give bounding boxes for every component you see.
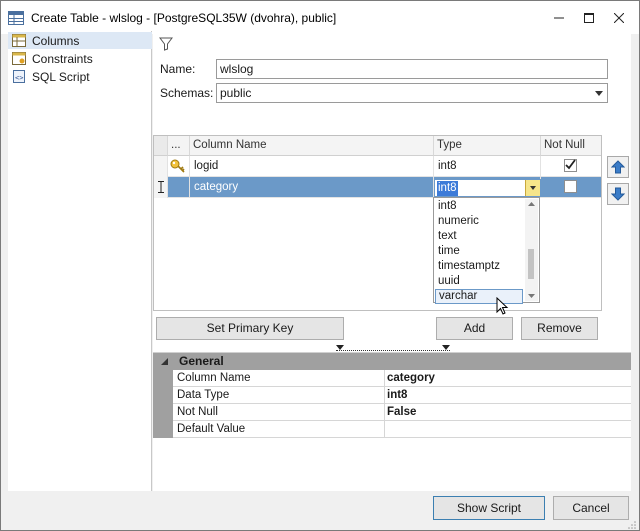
row-selector[interactable] xyxy=(154,177,168,198)
grid-header-indicator[interactable]: ... xyxy=(168,136,190,156)
key-cell xyxy=(168,177,190,198)
property-row[interactable]: Data Type int8 xyxy=(173,387,631,404)
minimize-icon xyxy=(554,17,564,18)
dropdown-scrollbar[interactable] xyxy=(525,199,538,301)
remove-button[interactable]: Remove xyxy=(521,317,598,340)
columns-icon xyxy=(12,34,26,47)
schemas-select-value: public xyxy=(220,86,252,100)
nav-item-constraints[interactable]: Constraints xyxy=(8,50,152,67)
type-dropdown-list: int8 numeric text time timestamptz uuid … xyxy=(433,197,540,304)
scroll-down-icon[interactable] xyxy=(525,292,538,300)
nav-item-sql-script[interactable]: <> SQL Script xyxy=(8,68,152,85)
nav-item-columns[interactable]: Columns xyxy=(8,32,152,49)
property-row[interactable]: Not Null False xyxy=(173,404,631,421)
dropdown-scroll-thumb[interactable] xyxy=(528,249,534,279)
type-option[interactable]: numeric xyxy=(435,214,523,229)
type-combobox[interactable]: int8 xyxy=(434,179,541,197)
move-up-button[interactable] xyxy=(607,156,629,178)
name-input[interactable]: wlslog xyxy=(216,59,608,79)
column-name-cell[interactable]: category xyxy=(190,177,434,198)
property-value[interactable]: int8 xyxy=(385,387,631,404)
splitter-arrow-icon xyxy=(336,345,344,350)
property-name: Not Null xyxy=(173,404,385,421)
add-button[interactable]: Add xyxy=(436,317,513,340)
close-icon xyxy=(614,12,624,23)
cancel-button[interactable]: Cancel xyxy=(553,496,629,520)
not-null-cell xyxy=(541,177,601,198)
create-table-window: Create Table - wlslog - [PostgreSQL35W (… xyxy=(0,0,640,531)
nav-item-label: Constraints xyxy=(32,51,93,66)
property-category[interactable]: General xyxy=(153,353,631,370)
dropdown-button[interactable] xyxy=(525,180,540,196)
property-row[interactable]: Default Value xyxy=(173,421,631,438)
schemas-select[interactable]: public xyxy=(216,83,608,103)
left-navigation: Columns Constraints <> SQL Script xyxy=(8,31,152,491)
table-app-icon xyxy=(8,11,24,25)
property-name: Default Value xyxy=(173,421,385,438)
type-option[interactable]: uuid xyxy=(435,274,523,289)
nav-item-label: SQL Script xyxy=(32,69,90,84)
scroll-up-icon[interactable] xyxy=(525,200,538,208)
property-name: Column Name xyxy=(173,370,385,387)
name-label: Name: xyxy=(160,62,196,76)
columns-panel: Name: wlslog Schemas: public ... Column … xyxy=(153,31,631,491)
arrow-down-icon xyxy=(611,187,625,201)
key-cell xyxy=(168,156,190,177)
row-header-corner xyxy=(154,136,168,156)
type-option[interactable]: timestamptz xyxy=(435,259,523,274)
close-button[interactable] xyxy=(601,1,637,34)
table-row[interactable]: logid int8 xyxy=(154,156,601,177)
type-cell[interactable]: int8 xyxy=(434,156,541,177)
property-row[interactable]: Column Name category xyxy=(173,370,631,387)
maximize-icon xyxy=(584,12,594,23)
nav-item-label: Columns xyxy=(32,33,80,48)
resize-grip-icon[interactable] xyxy=(627,520,637,530)
type-option[interactable]: int8 xyxy=(435,199,523,214)
move-down-button[interactable] xyxy=(607,183,629,205)
row-selector[interactable] xyxy=(154,156,168,177)
sql-script-icon: <> xyxy=(13,70,25,83)
mouse-pointer-icon xyxy=(496,297,509,315)
title-bar: Create Table - wlslog - [PostgreSQL35W (… xyxy=(1,1,639,34)
column-name-cell[interactable]: logid xyxy=(190,156,434,177)
key-icon xyxy=(170,159,185,173)
not-null-checkbox[interactable] xyxy=(564,159,577,172)
set-primary-key-button[interactable]: Set Primary Key xyxy=(156,317,344,340)
splitter-handle[interactable] xyxy=(336,344,450,351)
grid-header-column-name[interactable]: Column Name xyxy=(190,136,434,156)
property-value[interactable]: category xyxy=(385,370,631,387)
type-combobox-value: int8 xyxy=(437,181,458,196)
svg-text:<>: <> xyxy=(15,74,23,82)
not-null-cell xyxy=(541,156,601,177)
check-icon xyxy=(565,159,576,170)
arrow-up-icon xyxy=(611,160,625,174)
grid-header-not-null[interactable]: Not Null xyxy=(541,136,601,156)
property-value[interactable] xyxy=(385,421,631,438)
edit-cursor-icon xyxy=(158,181,164,193)
category-label: General xyxy=(179,354,224,368)
not-null-checkbox[interactable] xyxy=(564,180,577,193)
schemas-label: Schemas: xyxy=(160,86,214,100)
grid-header-type[interactable]: Type xyxy=(434,136,541,156)
show-script-button[interactable]: Show Script xyxy=(433,496,545,520)
splitter-arrow-icon xyxy=(442,345,450,350)
property-name: Data Type xyxy=(173,387,385,404)
property-gutter xyxy=(153,370,173,438)
table-row-selected[interactable]: category int8 xyxy=(154,177,601,198)
property-value[interactable]: False xyxy=(385,404,631,421)
type-option[interactable]: time xyxy=(435,244,523,259)
window-title: Create Table - wlslog - [PostgreSQL35W (… xyxy=(31,11,337,25)
property-grid: General Column Name category Data Type i… xyxy=(153,352,631,491)
type-option[interactable]: text xyxy=(435,229,523,244)
filter-icon[interactable] xyxy=(159,37,173,51)
collapse-icon[interactable] xyxy=(161,358,169,366)
constraints-icon xyxy=(12,52,26,65)
chevron-down-icon xyxy=(595,91,603,96)
